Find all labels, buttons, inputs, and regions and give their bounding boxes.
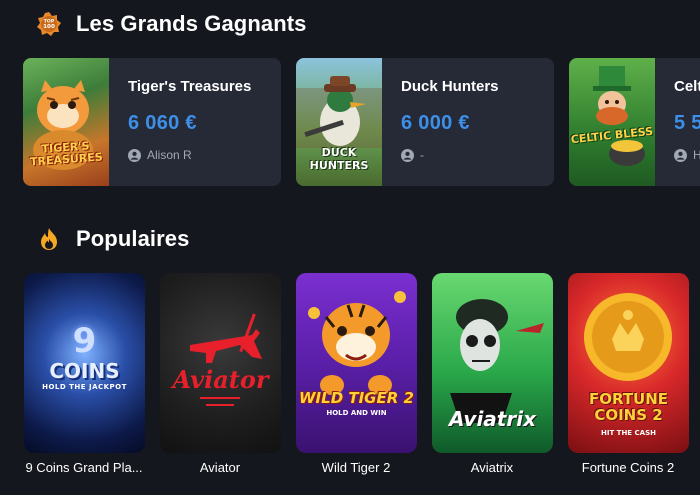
tile-logo-main: WILD TIGER 2 — [299, 389, 414, 407]
user-icon — [128, 148, 141, 162]
tile-logo-main: COINS — [49, 359, 120, 383]
winner-username: - — [420, 148, 424, 162]
tile-logo-main: FORTUNE COINS 2 — [588, 390, 669, 424]
winner-user: Alison R — [128, 148, 281, 162]
winner-game-name: Tiger's Treasures — [128, 78, 252, 95]
winner-card[interactable]: TIGER'S TREASURES Tiger's Treasures 6 06… — [23, 58, 281, 186]
winner-game-name: Celt — [674, 78, 700, 95]
winner-amount: 6 000 € — [401, 112, 470, 134]
winner-username: H — [693, 148, 700, 162]
svg-text:100: 100 — [43, 24, 55, 30]
game-thumbnail[interactable]: CELTIC BLESS — [569, 58, 655, 186]
leprechaun-mascot-icon — [593, 66, 645, 166]
winners-section-title: Les Grands Gagnants — [76, 11, 307, 36]
winners-section-header: TOP 100 Les Grands Gagnants — [36, 11, 307, 37]
game-title[interactable]: Fortune Coins 2 — [558, 460, 698, 475]
winner-amount: 6 060 € — [128, 112, 197, 134]
game-title[interactable]: Aviator — [150, 460, 290, 475]
user-icon — [674, 148, 687, 162]
tile-logo-sub: HOLD THE JACKPOT — [42, 383, 127, 391]
winners-carousel[interactable]: TIGER'S TREASURES Tiger's Treasures 6 06… — [23, 58, 700, 186]
gold-coin-icon — [584, 293, 672, 381]
tile-logo-sub: HOLD AND WIN — [326, 409, 387, 417]
game-thumbnail[interactable]: TIGER'S TREASURES — [23, 58, 109, 186]
user-icon — [401, 148, 414, 162]
popular-section-title: Populaires — [76, 226, 190, 251]
winner-user: - — [401, 148, 554, 162]
tile-logo-main: Aviatrix — [449, 407, 536, 431]
winner-game-name: Duck Hunters — [401, 78, 499, 95]
winner-amount: 5 5 — [674, 112, 700, 134]
winner-card[interactable]: DUCK HUNTERS Duck Hunters 6 000 € - — [296, 58, 554, 186]
game-title[interactable]: Wild Tiger 2 — [286, 460, 426, 475]
winner-user: H — [674, 148, 700, 162]
game-tile-9-coins[interactable]: 9 COINS HOLD THE JACKPOT — [24, 273, 145, 453]
game-thumbnail[interactable]: DUCK HUNTERS — [296, 58, 382, 186]
game-tile-fortune-coins-2[interactable]: FORTUNE COINS 2 HIT THE CASH — [568, 273, 689, 453]
popular-section-header: Populaires — [36, 226, 189, 252]
tile-logo-main: Aviator — [172, 365, 269, 394]
fire-icon — [36, 226, 62, 252]
plane-icon — [190, 313, 262, 406]
tile-logo-sub: HIT THE CASH — [601, 429, 656, 437]
tile-badge-number: 9 — [72, 321, 97, 361]
game-title[interactable]: Aviatrix — [422, 460, 562, 475]
thumb-logo-text: DUCK HUNTERS — [309, 146, 369, 172]
top100-badge-icon: TOP 100 — [36, 11, 62, 37]
game-title[interactable]: 9 Coins Grand Pla... — [14, 460, 154, 475]
game-tile-wild-tiger-2[interactable]: WILD TIGER 2 HOLD AND WIN — [296, 273, 417, 453]
tiger-mascot-icon — [308, 291, 406, 395]
game-tile-aviator[interactable]: Aviator — [160, 273, 281, 453]
winner-username: Alison R — [147, 148, 192, 162]
game-tile-aviatrix[interactable]: Aviatrix — [432, 273, 553, 453]
winner-card[interactable]: CELTIC BLESS Celt 5 5 H — [569, 58, 700, 186]
